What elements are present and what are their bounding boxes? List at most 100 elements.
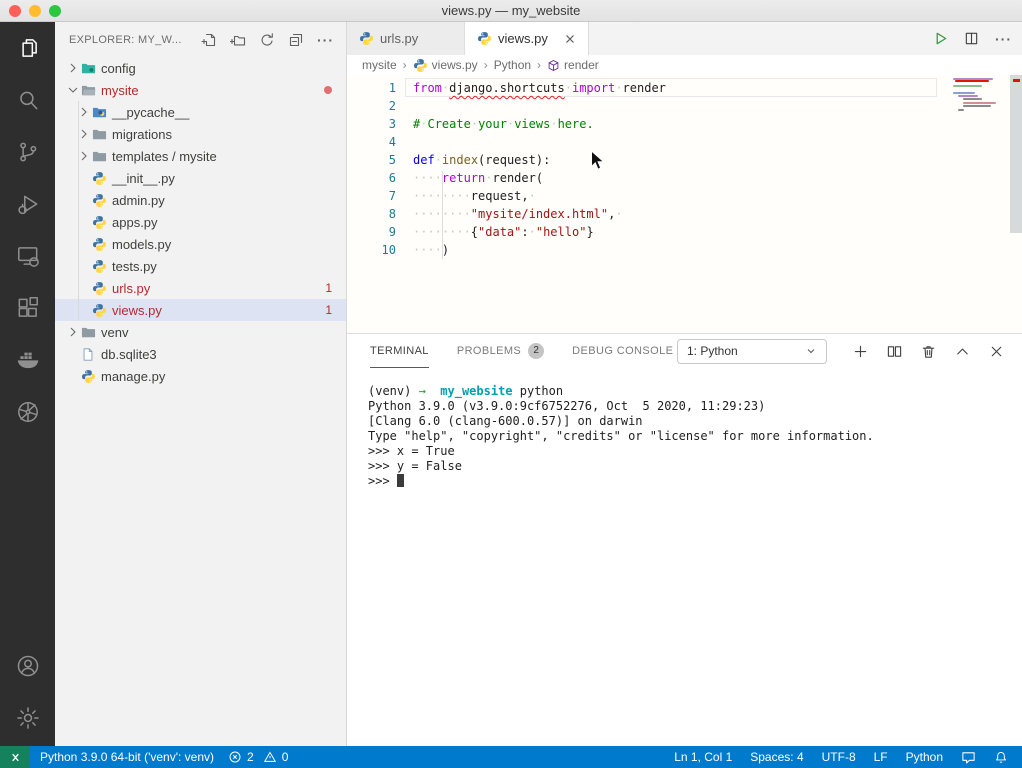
tree-item-tests-py[interactable]: tests.py [55, 255, 346, 277]
folder-icon [92, 149, 111, 164]
problems-status[interactable]: 2 0 [228, 750, 288, 764]
terminal-selector[interactable]: 1: Python [677, 339, 827, 364]
terminal-output[interactable]: (venv) → my_website pythonPython 3.9.0 (… [347, 368, 1022, 489]
code-line[interactable]: ····return·render( [413, 169, 666, 187]
activity-item-account[interactable] [0, 640, 55, 692]
tree-item-config[interactable]: config [55, 57, 346, 79]
tab-views-py[interactable]: views.py [465, 22, 589, 55]
kill-terminal-icon[interactable] [921, 344, 936, 359]
new-folder-icon[interactable] [230, 32, 246, 48]
panel-tab-terminal[interactable]: TERMINAL [370, 334, 429, 368]
window-title: views.py — my_website [442, 3, 581, 18]
scrollbar-thumb[interactable] [1010, 75, 1022, 233]
tree-item-db-sqlite3[interactable]: db.sqlite3 [55, 343, 346, 365]
remote-indicator[interactable] [0, 746, 30, 768]
status-ln[interactable]: Ln 1, Col 1 [674, 750, 732, 764]
code-line[interactable]: ········{"data":·"hello"} [413, 223, 666, 241]
chevron-right-icon[interactable] [65, 324, 81, 340]
tree-item--pycache-[interactable]: __pycache__ [55, 101, 346, 123]
bell-icon[interactable] [994, 750, 1008, 765]
more-actions-icon[interactable]: ··· [995, 34, 1012, 44]
tree-item-urls-py[interactable]: urls.py1 [55, 277, 346, 299]
chevron-down-icon[interactable] [65, 82, 81, 98]
feedback-icon[interactable] [961, 750, 976, 765]
activity-item-search[interactable] [0, 74, 55, 126]
source-control-icon [15, 139, 41, 165]
refresh-icon[interactable] [259, 32, 275, 48]
run-icon[interactable] [933, 31, 948, 46]
tree-item-models-py[interactable]: models.py [55, 233, 346, 255]
split-editor-icon[interactable] [964, 31, 979, 46]
status-spaces[interactable]: Spaces: 4 [750, 750, 803, 764]
tab-label: urls.py [380, 31, 418, 46]
tree-item-views-py[interactable]: views.py1 [55, 299, 346, 321]
chevron-right-icon[interactable] [65, 60, 81, 76]
panel-tab-debug-console[interactable]: DEBUG CONSOLE [572, 334, 673, 368]
more-actions-icon[interactable]: ··· [317, 35, 334, 45]
python-interpreter-status[interactable]: Python 3.9.0 64-bit ('venv': venv) [40, 750, 214, 764]
terminal-line: Python 3.9.0 (v3.9.0:9cf6752276, Oct 5 2… [368, 399, 1022, 414]
editor-scrollbar[interactable] [1010, 75, 1022, 333]
split-terminal-icon[interactable] [887, 344, 902, 359]
zoom-window-button[interactable] [49, 5, 61, 17]
activity-item-run-debug[interactable] [0, 178, 55, 230]
new-file-icon[interactable] [201, 32, 217, 48]
close-panel-icon[interactable] [989, 344, 1004, 359]
status-lf[interactable]: LF [874, 750, 888, 764]
python-icon [92, 237, 111, 252]
panel-tab-problems[interactable]: PROBLEMS2 [457, 334, 544, 368]
code-line[interactable]: ········"mysite/index.html",· [413, 205, 666, 223]
chevron-down-icon [805, 345, 817, 357]
breadcrumb-mysite[interactable]: mysite [362, 58, 397, 72]
activity-item-kubernetes[interactable] [0, 386, 55, 438]
tree-item-mysite[interactable]: mysite [55, 79, 346, 101]
line-number: 3 [347, 115, 396, 133]
activity-item-extensions[interactable] [0, 282, 55, 334]
minimize-window-button[interactable] [29, 5, 41, 17]
activity-item-source-control[interactable] [0, 126, 55, 178]
code-line[interactable] [413, 97, 666, 115]
tree-indent-guide [78, 101, 79, 321]
tree-item-venv[interactable]: venv [55, 321, 346, 343]
activity-item-remote-explorer[interactable] [0, 230, 55, 282]
tree-item-apps-py[interactable]: apps.py [55, 211, 346, 233]
maximize-panel-icon[interactable] [955, 344, 970, 359]
terminal-line: [Clang 6.0 (clang-600.0.57)] on darwin [368, 414, 1022, 429]
tab-urls-py[interactable]: urls.py [347, 22, 465, 55]
tree-item--init-py[interactable]: __init__.py [55, 167, 346, 189]
code-line[interactable]: ····) [413, 241, 666, 259]
breadcrumb-views-py[interactable]: views.py [413, 58, 478, 73]
code-line[interactable]: ········request,· [413, 187, 666, 205]
python-icon [92, 259, 111, 274]
tree-item-label: config [101, 61, 136, 76]
breadcrumb-Python[interactable]: Python [494, 58, 531, 72]
code-line[interactable] [413, 133, 666, 151]
status-python[interactable]: Python [906, 750, 943, 764]
folder-python-icon [92, 105, 111, 120]
close-tab-icon[interactable] [564, 33, 576, 45]
collapse-all-icon[interactable] [288, 32, 304, 48]
terminal-line: (venv) → my_website python [368, 384, 1022, 399]
tree-item-label: __init__.py [112, 171, 175, 186]
minimap[interactable] [951, 78, 1009, 328]
close-window-button[interactable] [9, 5, 21, 17]
problems-count-badge: 2 [528, 343, 544, 359]
code-line[interactable]: from·django.shortcuts·import·render [413, 79, 666, 97]
tree-item-manage-py[interactable]: manage.py [55, 365, 346, 387]
code-editor[interactable]: 12345678910 from·django.shortcuts·import… [347, 75, 1022, 333]
code-line[interactable]: #·Create·your·views·here. [413, 115, 666, 133]
new-terminal-icon[interactable] [853, 344, 868, 359]
activity-item-explorer[interactable] [0, 22, 55, 74]
breadcrumb-render[interactable]: render [547, 58, 599, 72]
window-controls [9, 5, 61, 17]
tree-item-templates-mysite[interactable]: templates / mysite [55, 145, 346, 167]
status-utf-8[interactable]: UTF-8 [822, 750, 856, 764]
tree-item-label: models.py [112, 237, 171, 252]
tree-item-migrations[interactable]: migrations [55, 123, 346, 145]
activity-item-docker[interactable] [0, 334, 55, 386]
activity-item-settings[interactable] [0, 692, 55, 744]
problem-count-badge: 1 [325, 303, 332, 317]
tree-item-admin-py[interactable]: admin.py [55, 189, 346, 211]
tree-item-label: __pycache__ [112, 105, 189, 120]
code-line[interactable]: def·index(request): [413, 151, 666, 169]
